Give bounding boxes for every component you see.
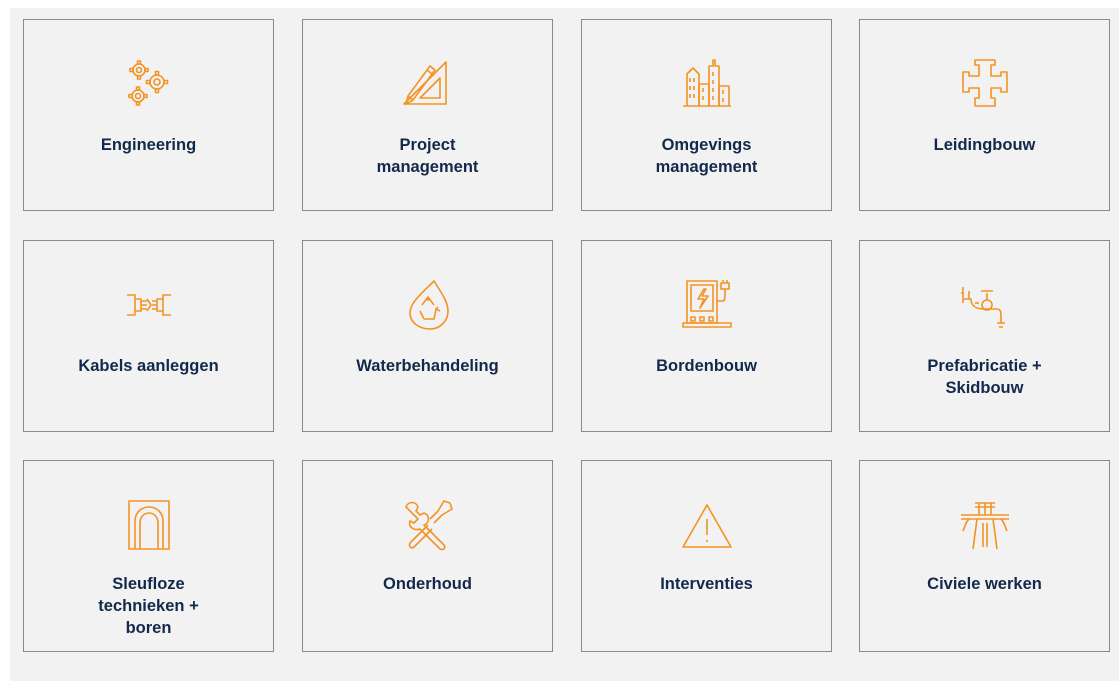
- service-card-waterbehandeling[interactable]: Waterbehandeling: [302, 240, 553, 432]
- service-label: Leidingbouw: [933, 136, 1036, 154]
- service-card-onderhoud[interactable]: Onderhoud: [302, 460, 553, 652]
- service-card-prefabricatie-skidbouw[interactable]: Prefabricatie + Skidbouw: [859, 240, 1110, 432]
- service-label: Engineering: [100, 136, 197, 154]
- service-card-kabels-aanleggen[interactable]: Kabels aanleggen: [23, 240, 274, 432]
- service-label: Bordenbouw: [656, 357, 757, 375]
- tunnel-icon: [121, 497, 177, 553]
- highway-bridge-icon: [957, 497, 1013, 553]
- service-card-civiele-werken[interactable]: Civiele werken: [859, 460, 1110, 652]
- service-label: Project management: [376, 136, 479, 176]
- service-card-sleufloze-technieken-boren[interactable]: Sleufloze technieken + boren: [23, 460, 274, 652]
- service-card-interventies[interactable]: Interventies: [581, 460, 832, 652]
- gears-icon: [121, 56, 177, 112]
- service-label: Prefabricatie + Skidbouw: [927, 357, 1042, 397]
- service-label: Omgevings management: [655, 136, 758, 176]
- water-recycle-icon: [400, 277, 456, 333]
- wrench-screwdriver-icon: [400, 497, 456, 553]
- service-card-bordenbouw[interactable]: Bordenbouw: [581, 240, 832, 432]
- service-card-leidingbouw[interactable]: Leidingbouw: [859, 19, 1110, 211]
- city-buildings-icon: [679, 56, 735, 112]
- service-label: Onderhoud: [383, 575, 472, 593]
- service-label: Sleufloze technieken + boren: [98, 575, 199, 637]
- cable-connector-icon: [121, 277, 177, 333]
- service-label: Civiele werken: [927, 575, 1042, 593]
- service-card-project-management[interactable]: Project management: [302, 19, 553, 211]
- service-card-omgevings-management[interactable]: Omgevings management: [581, 19, 832, 211]
- pencil-triangle-icon: [400, 56, 456, 112]
- electrical-panel-icon: [679, 277, 735, 333]
- service-card-engineering[interactable]: Engineering: [23, 19, 274, 211]
- pipe-fitting-icon: [957, 56, 1013, 112]
- warning-triangle-icon: [679, 497, 735, 553]
- pipe-valve-icon: [957, 277, 1013, 333]
- service-label: Interventies: [660, 575, 753, 593]
- service-label: Kabels aanleggen: [78, 357, 219, 375]
- service-label: Waterbehandeling: [356, 357, 499, 375]
